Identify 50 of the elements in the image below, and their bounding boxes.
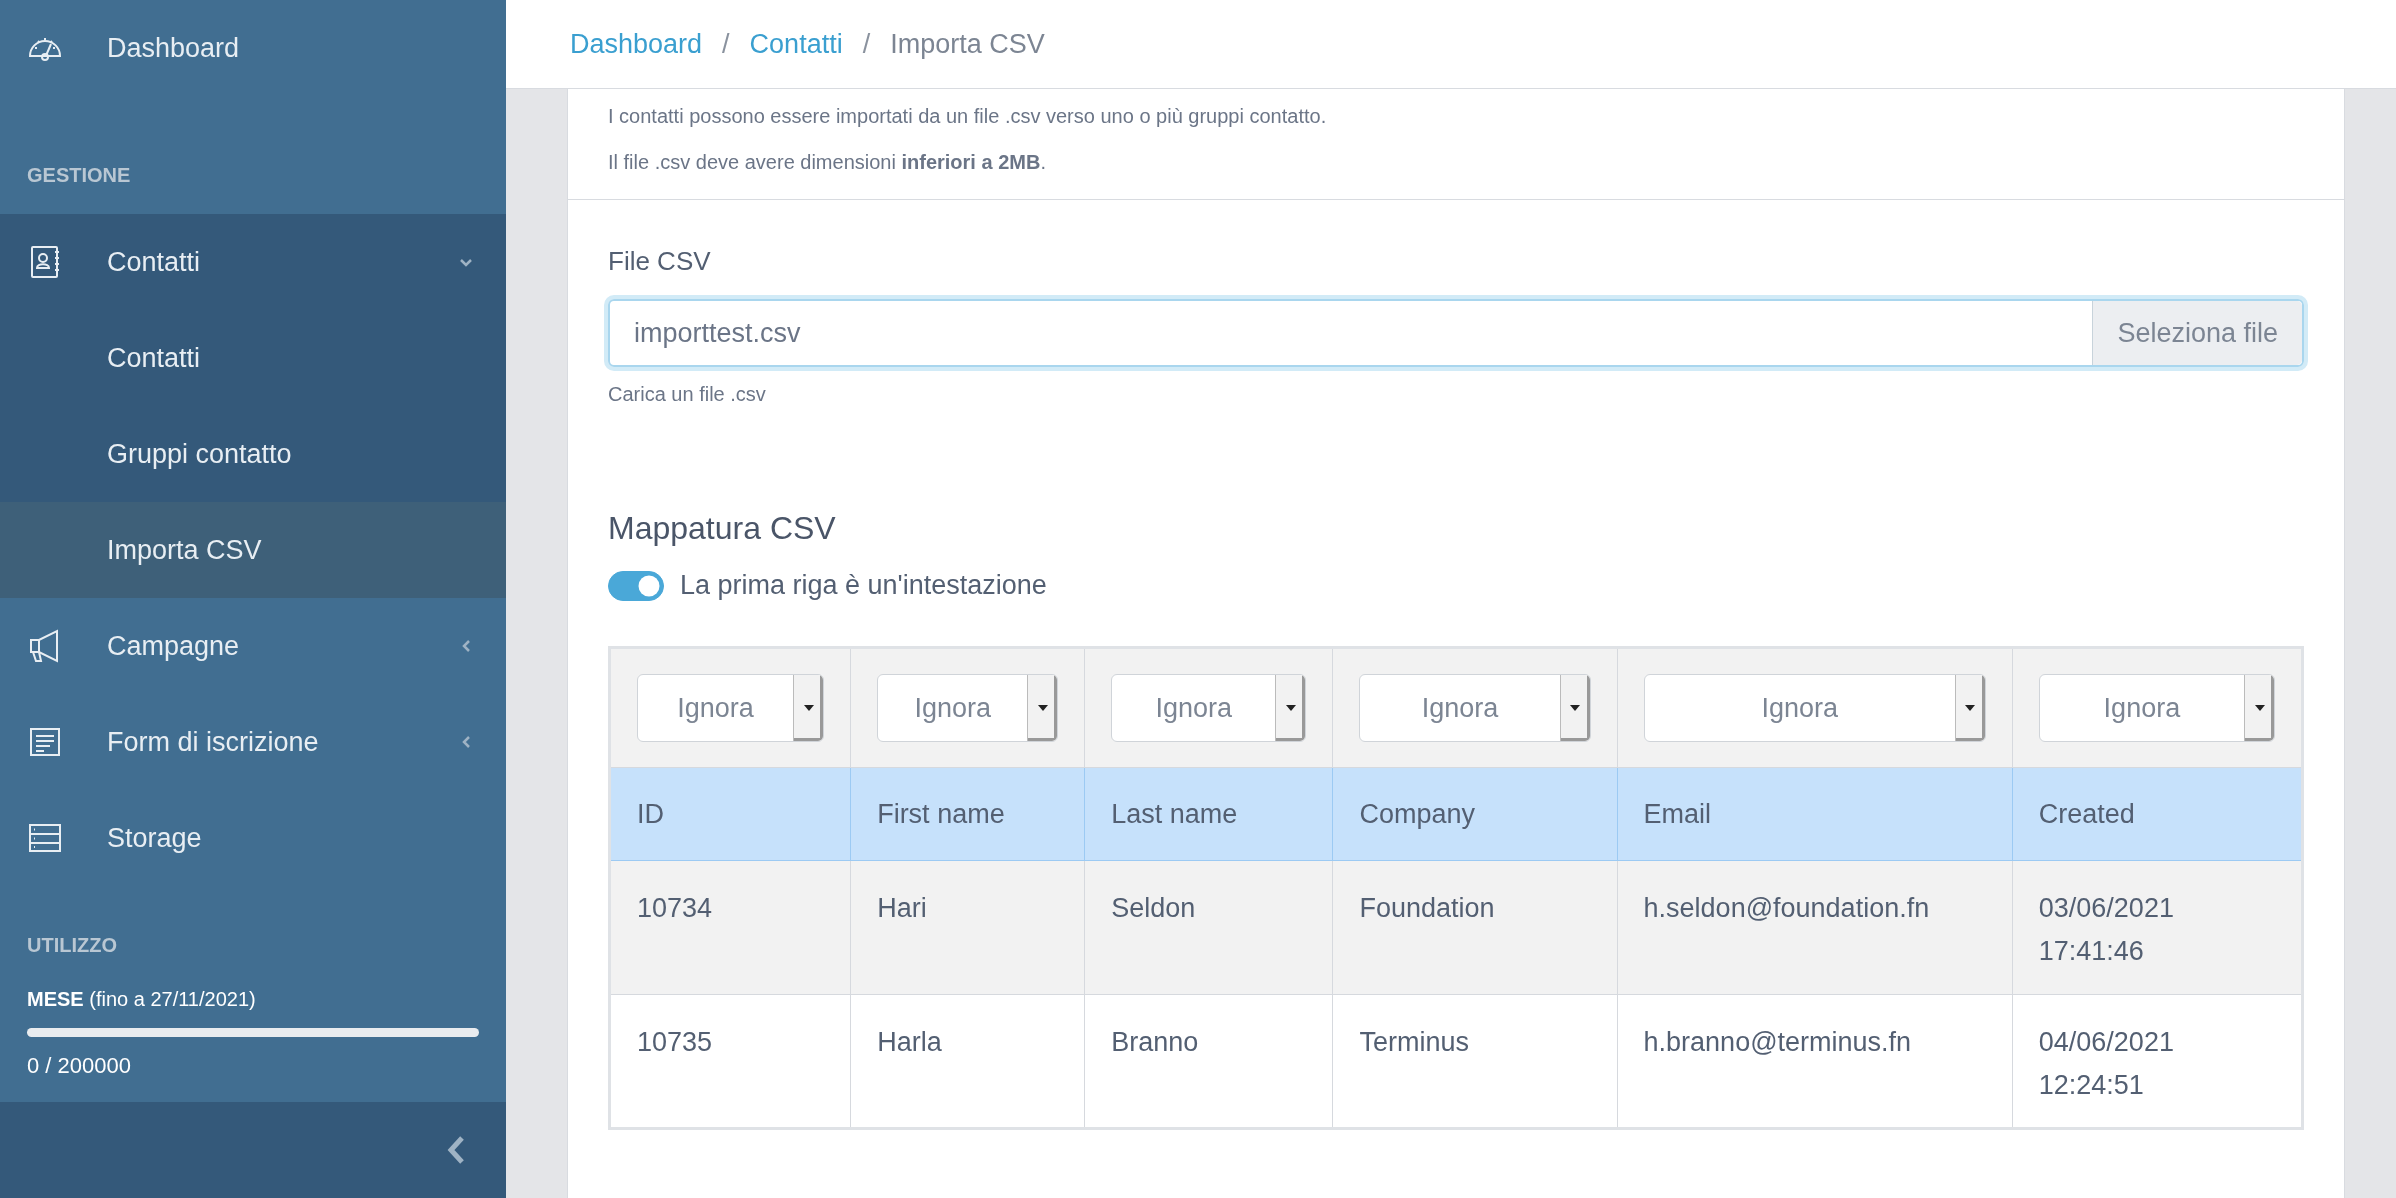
section-heading: UTILIZZO (27, 933, 118, 958)
switch-label: La prima riga è un'intestazione (680, 569, 1047, 603)
table-cell: Hari (850, 860, 1085, 995)
field-label: File CSV (608, 245, 712, 278)
toggle-switch[interactable] (608, 570, 664, 601)
table-cell: Seldon (1084, 860, 1333, 995)
caret-icon (1037, 704, 1048, 711)
usage-value: 0 / 200000 (27, 1052, 132, 1080)
column-header: First name (850, 767, 1085, 861)
column-header: Created (2012, 767, 2303, 861)
breadcrumb-separator: / (862, 27, 871, 61)
section-heading: GESTIONE (26, 163, 132, 188)
sidebar-item[interactable]: Form di iscrizione (0, 694, 506, 790)
breadcrumb-link[interactable]: Contatti (749, 23, 843, 65)
submenu-item[interactable]: Gruppi contatto (0, 406, 506, 502)
help-text: Carica un file .csv (608, 382, 767, 407)
collapse-icon[interactable] (446, 1135, 466, 1165)
column-select[interactable]: Ignora (877, 673, 1059, 742)
column-select[interactable]: Ignora (1643, 673, 1986, 742)
browse-button[interactable]: Seleziona file (2092, 301, 2302, 365)
caret-icon (1965, 704, 1976, 711)
column-header: Email (1617, 767, 2013, 861)
sidebar-item[interactable]: Contatti (0, 214, 506, 310)
caret-icon (1570, 704, 1581, 711)
column-select[interactable]: Ignora (1359, 673, 1591, 742)
sidebar-item[interactable]: Dashboard (0, 0, 506, 96)
submenu-item[interactable]: Importa CSV (0, 502, 506, 598)
sidebar-item[interactable]: Storage (0, 790, 506, 886)
table-cell: h.seldon@foundation.fn (1617, 860, 2013, 995)
sidebar-item[interactable]: Campagne (0, 598, 506, 694)
caret-icon (2254, 704, 2265, 711)
table-cell: Foundation (1332, 860, 1618, 995)
intro-text: I contatti possono essere importati da un file .csv verso uno o più gruppi contatto. (608, 104, 1328, 129)
breadcrumb-link[interactable]: Dashboard (570, 23, 703, 65)
column-select[interactable]: Ignora (2038, 673, 2275, 742)
usage-label: MESE (fino a 27/11/2021) (27, 987, 257, 1012)
table-cell: 03/06/2021 17:41:46 (2012, 860, 2303, 995)
section-title: Mappatura CSV (608, 509, 837, 548)
column-header: Last name (1084, 767, 1333, 861)
submenu-item[interactable]: Contatti (0, 310, 506, 406)
column-select[interactable]: Ignora (637, 673, 825, 742)
intro-text: Il file .csv deve avere dimensioni inferiori a 2MB. (608, 150, 1047, 175)
column-header: Company (1332, 767, 1618, 861)
caret-icon (803, 704, 814, 711)
table-cell: 10734 (609, 860, 851, 995)
breadcrumb-separator: / (722, 27, 730, 61)
column-select[interactable]: Ignora (1111, 673, 1307, 742)
column-header: ID (609, 767, 851, 861)
caret-icon (1285, 704, 1296, 711)
breadcrumb-current: Importa CSV (890, 27, 1045, 61)
